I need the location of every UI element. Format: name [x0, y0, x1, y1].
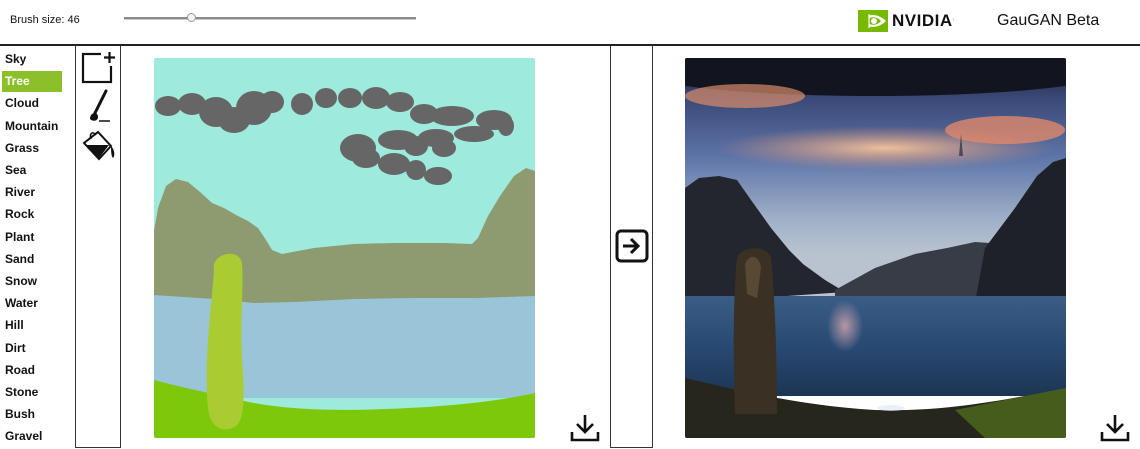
app-title: GauGAN Beta	[997, 12, 1100, 29]
water-glint	[877, 405, 905, 411]
label-item-gravel[interactable]: Gravel	[2, 426, 62, 447]
tool-panel	[75, 46, 121, 448]
label-item-plant[interactable]: Plant	[2, 227, 62, 248]
label-item-road[interactable]: Road	[2, 360, 62, 381]
nvidia-logo: NVIDIA.	[858, 9, 955, 33]
label-item-bush[interactable]: Bush	[2, 404, 62, 425]
brush-icon[interactable]	[80, 88, 118, 124]
arrow-right-icon[interactable]	[615, 229, 649, 263]
top-bar: Brush size: 46 NVIDIA. GauGAN Beta	[0, 0, 1140, 46]
download-sketch-button[interactable]	[570, 413, 600, 443]
slider-track[interactable]	[124, 17, 416, 20]
segmentation-map[interactable]	[154, 58, 535, 438]
label-item-sky[interactable]: Sky	[2, 49, 62, 70]
paint-bucket-icon[interactable]	[80, 128, 118, 164]
label-item-grass[interactable]: Grass	[2, 138, 62, 159]
label-item-sea[interactable]: Sea	[2, 160, 62, 181]
label-item-hill[interactable]: Hill	[2, 315, 62, 336]
label-item-cloud[interactable]: Cloud	[2, 93, 62, 114]
label-item-sand[interactable]: Sand	[2, 249, 62, 270]
slider-thumb[interactable]	[187, 13, 197, 22]
label-item-water[interactable]: Water	[2, 293, 62, 314]
brush-size-slider[interactable]	[124, 11, 416, 25]
label-item-stone[interactable]: Stone	[2, 382, 62, 403]
new-canvas-icon[interactable]	[80, 49, 118, 85]
nvidia-wordmark: NVIDIA.	[892, 11, 955, 30]
download-result-button[interactable]	[1100, 413, 1130, 443]
brush-size-label: Brush size: 46	[10, 14, 80, 26]
label-item-mountain[interactable]: Mountain	[2, 116, 62, 137]
download-icon	[570, 415, 600, 442]
segmentation-canvas[interactable]	[154, 58, 535, 438]
label-item-rock[interactable]: Rock	[2, 204, 62, 225]
render-panel	[610, 46, 653, 448]
sunset-glow-right	[945, 116, 1065, 144]
sunset-glow-left	[685, 84, 805, 108]
water-reflection	[827, 300, 863, 352]
generated-landscape	[685, 58, 1066, 438]
label-item-dirt[interactable]: Dirt	[2, 338, 62, 359]
nvidia-eye-icon	[858, 10, 888, 32]
label-item-tree[interactable]: Tree	[2, 71, 62, 93]
download-icon	[1100, 415, 1130, 442]
generated-image	[685, 58, 1066, 438]
label-item-snow[interactable]: Snow	[2, 271, 62, 292]
label-item-river[interactable]: River	[2, 182, 62, 203]
